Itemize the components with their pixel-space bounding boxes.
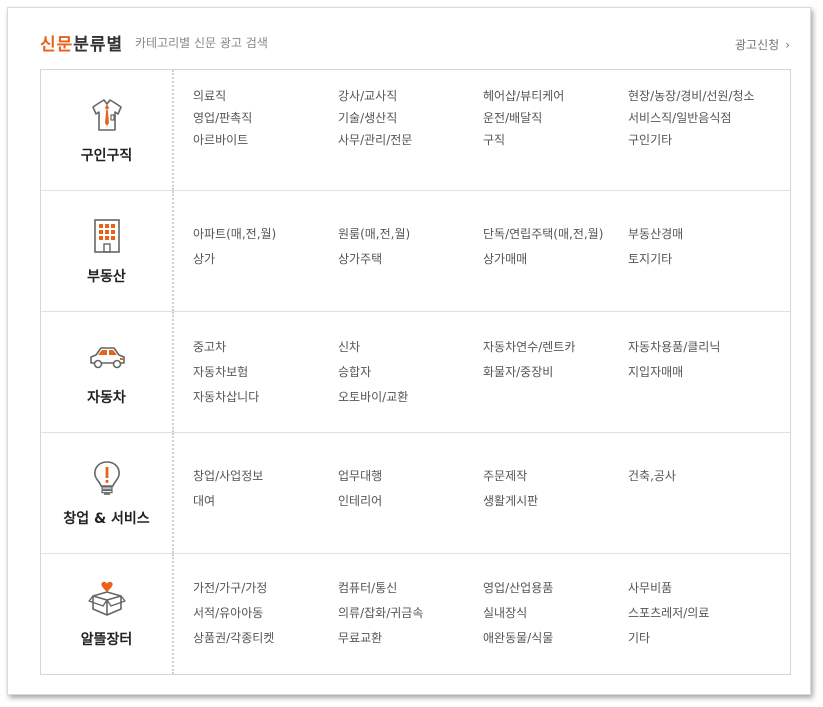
building-icon	[93, 219, 120, 253]
category-items-flea-market: 가전/가구/가정 컴퓨터/통신 영업/산업용품 사무비품 서적/유아아동 의류/…	[193, 579, 783, 647]
category-link[interactable]: 상품권/각종티켓	[193, 629, 338, 647]
category-link[interactable]: 대여	[193, 492, 338, 510]
ad-apply-link[interactable]: 광고신청 ›	[735, 36, 790, 53]
category-link[interactable]: 자동차연수/렌트카	[483, 338, 628, 356]
category-head-business[interactable]: 창업 & 서비스	[41, 433, 172, 553]
category-link[interactable]: 무료교환	[338, 629, 483, 647]
newspaper-category-panel: 신문분류별 카테고리별 신문 광고 검색 광고신청 › 구인구직 의료직 강사/교…	[7, 7, 811, 695]
category-label-real-estate: 부동산	[87, 269, 126, 285]
category-head-jobs[interactable]: 구인구직	[41, 70, 172, 190]
category-link[interactable]: 화물자/중장비	[483, 363, 628, 381]
row-divider	[172, 312, 174, 432]
category-link[interactable]: 아파트(매,전,월)	[193, 225, 338, 243]
category-link[interactable]: 상가	[193, 250, 338, 268]
category-link[interactable]: 기술/생산직	[338, 109, 483, 127]
lightbulb-icon	[93, 461, 120, 495]
category-link[interactable]: 서비스직/일반음식점	[628, 109, 773, 127]
panel-title-rest: 분류별	[73, 35, 124, 55]
gift-box-heart-icon	[87, 581, 126, 616]
category-link[interactable]: 강사/교사직	[338, 87, 483, 105]
category-link[interactable]: 영업/산업용품	[483, 579, 628, 597]
category-table: 구인구직 의료직 강사/교사직 헤어샵/뷰티케어 현장/농장/경비/선원/청소 …	[40, 69, 791, 675]
category-link[interactable]: 애완동물/식물	[483, 629, 628, 647]
row-divider	[172, 70, 174, 190]
category-link[interactable]: 토지기타	[628, 250, 773, 268]
category-link[interactable]: 건축,공사	[628, 467, 773, 485]
category-link[interactable]: 헤어샵/뷰티케어	[483, 87, 628, 105]
panel-title-accent: 신문	[40, 35, 74, 55]
category-link[interactable]: 스포츠레저/의료	[628, 604, 773, 622]
category-row-jobs: 구인구직 의료직 강사/교사직 헤어샵/뷰티케어 현장/농장/경비/선원/청소 …	[41, 70, 790, 191]
category-link[interactable]: 실내장식	[483, 604, 628, 622]
category-link[interactable]: 기타	[628, 629, 773, 647]
category-link[interactable]: 사무/관리/전문	[338, 131, 483, 149]
category-link[interactable]: 컴퓨터/통신	[338, 579, 483, 597]
category-link[interactable]: 구직	[483, 131, 628, 149]
chevron-right-icon: ›	[785, 38, 790, 52]
category-row-business: 창업 & 서비스 창업/사업정보 업무대행 주문제작 건축,공사 대여 인테리어…	[41, 433, 790, 554]
category-link[interactable]: 승합자	[338, 363, 483, 381]
category-row-flea-market: 알뜰장터 가전/가구/가정 컴퓨터/통신 영업/산업용품 사무비품 서적/유아아…	[41, 554, 790, 674]
category-items-business: 창업/사업정보 업무대행 주문제작 건축,공사 대여 인테리어 생활게시판	[193, 467, 783, 510]
category-link[interactable]: 의료직	[193, 87, 338, 105]
category-link[interactable]: 상가매매	[483, 250, 628, 268]
category-link[interactable]: 운전/배달직	[483, 109, 628, 127]
car-icon	[89, 347, 125, 369]
category-link[interactable]: 상가주택	[338, 250, 483, 268]
category-link[interactable]: 가전/가구/가정	[193, 579, 338, 597]
category-link[interactable]: 영업/판촉직	[193, 109, 338, 127]
category-link[interactable]: 부동산경매	[628, 225, 773, 243]
category-head-cars[interactable]: 자동차	[41, 312, 172, 432]
category-link[interactable]: 업무대행	[338, 467, 483, 485]
category-items-jobs: 의료직 강사/교사직 헤어샵/뷰티케어 현장/농장/경비/선원/청소 영업/판촉…	[193, 87, 783, 149]
category-link[interactable]: 원룸(매,전,월)	[338, 225, 483, 243]
category-link[interactable]: 지입자매매	[628, 363, 773, 381]
category-link[interactable]: 창업/사업정보	[193, 467, 338, 485]
category-link[interactable]: 자동차삽니다	[193, 388, 338, 406]
category-link[interactable]: 서적/유아아동	[193, 604, 338, 622]
category-link[interactable]: 신차	[338, 338, 483, 356]
panel-header: 신문분류별 카테고리별 신문 광고 검색 광고신청 ›	[40, 30, 790, 60]
row-divider	[172, 554, 174, 674]
category-label-business: 창업 & 서비스	[63, 511, 150, 527]
category-link[interactable]: 구인기타	[628, 131, 773, 149]
category-row-cars: 자동차 중고차 신차 자동차연수/렌트카 자동차용품/클리닉 자동차보험 승합자…	[41, 312, 790, 433]
category-link[interactable]: 아르바이트	[193, 131, 338, 149]
category-link[interactable]: 현장/농장/경비/선원/청소	[628, 87, 773, 105]
category-label-jobs: 구인구직	[80, 148, 133, 164]
category-label-cars: 자동차	[87, 390, 126, 406]
category-link[interactable]: 의류/잡화/귀금속	[338, 604, 483, 622]
category-row-real-estate: 부동산 아파트(매,전,월) 원룸(매,전,월) 단독/연립주택(매,전,월) …	[41, 191, 790, 312]
panel-subtitle: 카테고리별 신문 광고 검색	[135, 36, 268, 50]
category-items-cars: 중고차 신차 자동차연수/렌트카 자동차용품/클리닉 자동차보험 승합자 화물자…	[193, 338, 783, 406]
panel-title: 신문분류별	[40, 30, 123, 55]
category-link[interactable]: 생활게시판	[483, 492, 628, 510]
category-link[interactable]: 자동차보험	[193, 363, 338, 381]
category-link[interactable]: 주문제작	[483, 467, 628, 485]
category-head-real-estate[interactable]: 부동산	[41, 191, 172, 311]
category-label-flea-market: 알뜰장터	[80, 632, 133, 648]
category-head-flea-market[interactable]: 알뜰장터	[41, 554, 172, 674]
row-divider	[172, 191, 174, 311]
category-link[interactable]: 오토바이/교환	[338, 388, 483, 406]
category-link[interactable]: 단독/연립주택(매,전,월)	[483, 225, 628, 243]
shirt-tie-icon	[91, 99, 122, 131]
category-link[interactable]: 자동차용품/클리닉	[628, 338, 773, 356]
category-link[interactable]: 중고차	[193, 338, 338, 356]
category-link[interactable]: 인테리어	[338, 492, 483, 510]
category-items-real-estate: 아파트(매,전,월) 원룸(매,전,월) 단독/연립주택(매,전,월) 부동산경…	[193, 225, 783, 268]
ad-apply-label: 광고신청	[735, 38, 780, 52]
category-link[interactable]: 사무비품	[628, 579, 773, 597]
row-divider	[172, 433, 174, 553]
